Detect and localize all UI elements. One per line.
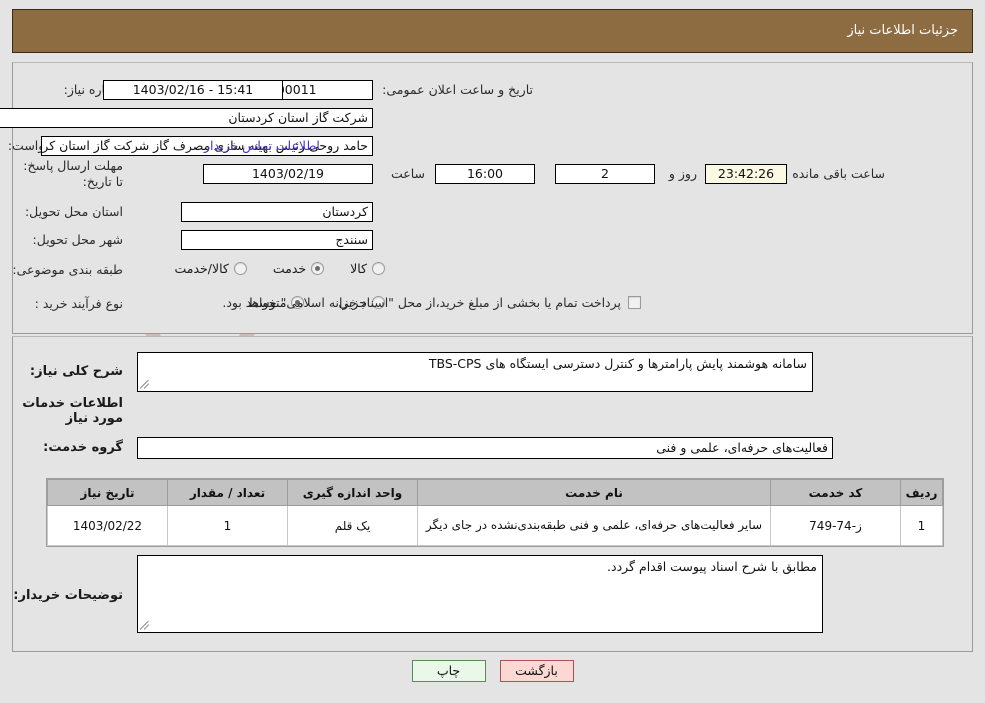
public-announce-label-wrap: تاریخ و ساعت اعلان عمومی: [382, 82, 533, 97]
city-label: شهر محل تحویل: [32, 232, 123, 247]
resize-grip-icon-2[interactable] [139, 619, 152, 631]
need-summary-textarea[interactable]: سامانه هوشمند پایش پارامترها و کنترل دست… [137, 352, 813, 392]
buyer-contact-link[interactable]: اطلاعات تماس خریدار [204, 138, 320, 153]
back-button[interactable]: بازگشت [499, 660, 574, 682]
process-label: نوع فرآیند خرید : [34, 296, 123, 311]
city-value[interactable]: سنندج [181, 230, 373, 250]
deadline-label: مهلت ارسال پاسخ: تا تاریخ: [23, 158, 123, 189]
buyer-notes-textarea[interactable]: مطابق با شرح اسناد پیوست اقدام گردد. [137, 555, 823, 633]
countdown-label: ساعت باقی مانده [792, 166, 885, 181]
islamic-treasury-checkbox-label: پرداخت تمام یا بخشی از مبلغ خرید،از محل … [222, 295, 621, 310]
process-label-wrap: نوع فرآیند خرید : [35, 296, 123, 311]
cell-date: 1403/02/22 [47, 505, 168, 546]
services-section-heading: اطلاعات خدمات مورد نیاز [22, 396, 123, 426]
countdown-label-wrap: ساعت باقی مانده [792, 166, 885, 181]
table-row: 1 ز-74-749 سایر فعالیت‌های حرفه‌ای، علمی… [47, 505, 943, 546]
col-name: نام خدمت [417, 479, 771, 506]
category-label-wrap: طبقه بندی موضوعی: [12, 262, 123, 277]
need-summary-value: سامانه هوشمند پایش پارامترها و کنترل دست… [428, 356, 807, 371]
buyer-notes-label: توضیحات خریدار: [13, 588, 123, 603]
category-radio-group: کالا خدمت کالا/خدمت [174, 261, 385, 276]
category-option-kala-label: کالا [350, 261, 367, 276]
radio-kala-icon[interactable] [372, 262, 385, 275]
col-date: تاریخ نیاز [47, 479, 168, 506]
col-code: کد خدمت [770, 479, 901, 506]
province-label-wrap: استان محل تحویل: [25, 204, 123, 219]
islamic-treasury-checkbox-wrap: پرداخت تمام یا بخشی از مبلغ خرید،از محل … [222, 295, 641, 310]
need-summary-label: شرح کلی نیاز: [29, 364, 123, 379]
service-group-value[interactable]: فعالیت‌های حرفه‌ای، علمی و فنی [137, 437, 833, 459]
countdown-timer: 23:42:26 [705, 164, 787, 184]
deadline-date-value[interactable]: 1403/02/19 [203, 164, 373, 184]
province-label: استان محل تحویل: [24, 204, 123, 219]
days-label: روز و [668, 166, 697, 181]
buyer-notes-value: مطابق با شرح اسناد پیوست اقدام گردد. [607, 559, 817, 574]
services-table: ردیف کد خدمت نام خدمت واحد اندازه گیری ت… [47, 479, 943, 546]
hour-label: ساعت [390, 166, 425, 181]
public-announce-label: تاریخ و ساعت اعلان عمومی: [382, 82, 533, 97]
hour-label-wrap: ساعت [391, 166, 425, 181]
deadline-time-value[interactable]: 16:00 [435, 164, 535, 184]
radio-kala-khedmat-icon[interactable] [233, 262, 247, 275]
cell-row: 1 [900, 505, 943, 546]
public-announce-value[interactable]: 15:41 - 1403/02/16 [103, 80, 283, 100]
table-header-row: ردیف کد خدمت نام خدمت واحد اندازه گیری ت… [47, 479, 943, 506]
deadline-label-wrap: مهلت ارسال پاسخ: تا تاریخ: [13, 158, 123, 190]
print-button[interactable]: چاپ [411, 660, 486, 682]
col-unit: واحد اندازه گیری [287, 479, 418, 506]
page-header-bar: جزئیات اطلاعات نیاز [12, 9, 973, 53]
page-root: AriaTender.net جزئیات اطلاعات نیاز شماره… [0, 0, 985, 703]
cell-name: سایر فعالیت‌های حرفه‌ای، علمی و فنی طبقه… [417, 505, 771, 546]
category-option-kala[interactable]: کالا [350, 261, 385, 276]
col-row: ردیف [900, 479, 943, 506]
cell-code: ز-74-749 [770, 505, 901, 546]
category-option-khedmat[interactable]: خدمت [272, 261, 325, 276]
contact-link-wrap: اطلاعات تماس خریدار [204, 138, 320, 153]
action-button-row: بازگشت چاپ [0, 660, 985, 682]
radio-khedmat-icon[interactable] [311, 262, 325, 275]
services-table-wrap: ردیف کد خدمت نام خدمت واحد اندازه گیری ت… [46, 478, 944, 547]
buyer-org-value[interactable]: شرکت گاز استان کردستان [0, 108, 373, 128]
need-info-panel [12, 62, 973, 334]
remaining-days-value[interactable]: 2 [555, 164, 655, 184]
category-option-kala-khedmat[interactable]: کالا/خدمت [174, 261, 247, 276]
resize-grip-icon[interactable] [139, 378, 152, 390]
service-group-label: گروه خدمت: [43, 440, 123, 455]
cell-qty: 1 [167, 505, 288, 546]
cell-unit: یک قلم [287, 505, 418, 546]
col-qty: تعداد / مقدار [167, 479, 288, 506]
category-label: طبقه بندی موضوعی: [12, 262, 123, 277]
category-option-kala-khedmat-label: کالا/خدمت [174, 261, 229, 276]
days-label-wrap: روز و [669, 166, 697, 181]
category-option-khedmat-label: خدمت [272, 261, 307, 276]
page-title: جزئیات اطلاعات نیاز [847, 23, 958, 38]
province-value[interactable]: کردستان [181, 202, 373, 222]
city-label-wrap: شهر محل تحویل: [33, 232, 123, 247]
islamic-treasury-checkbox[interactable] [628, 296, 641, 309]
